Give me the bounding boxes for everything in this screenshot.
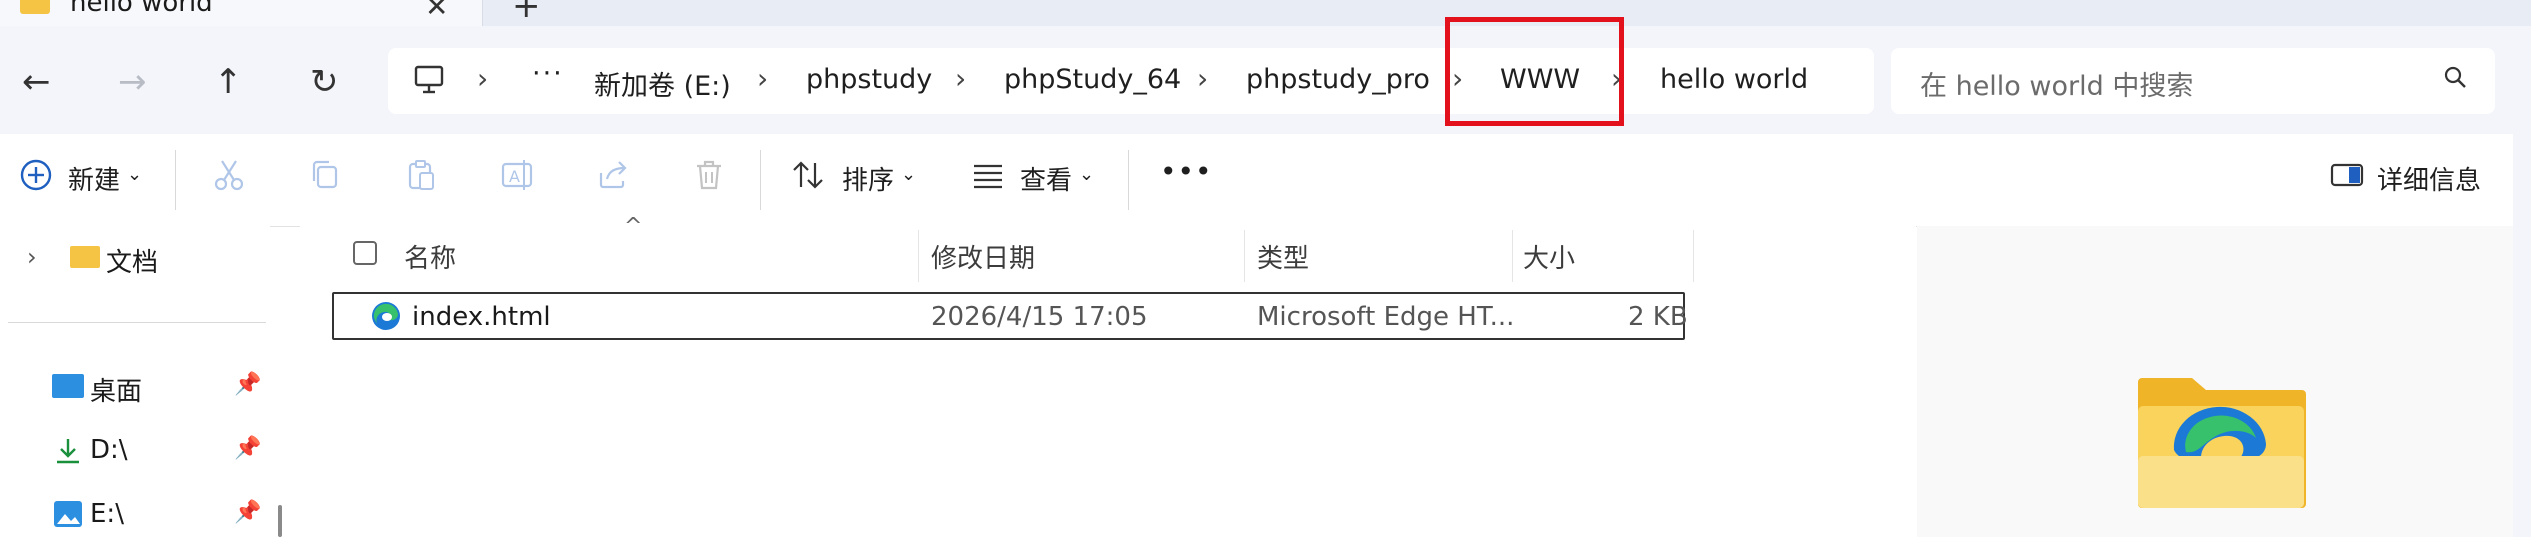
column-header-size[interactable]: 大小 bbox=[1523, 238, 1575, 275]
sidebar-item-e-drive[interactable]: E:\ bbox=[90, 499, 124, 529]
file-size: 2 KB bbox=[1628, 302, 1688, 332]
breadcrumb-phpstudy[interactable]: phpstudy bbox=[806, 64, 932, 95]
pin-icon[interactable]: 📌 bbox=[234, 500, 261, 525]
highlight-box bbox=[1445, 17, 1624, 126]
expand-chevron-icon[interactable]: › bbox=[27, 243, 37, 271]
cut-icon[interactable] bbox=[211, 157, 247, 193]
column-header-modified[interactable]: 修改日期 bbox=[931, 238, 1035, 275]
chevron-down-icon[interactable]: ⌄ bbox=[901, 164, 916, 185]
column-divider[interactable] bbox=[918, 230, 919, 282]
svg-text:A: A bbox=[509, 167, 520, 186]
breadcrumb-phpstudy-64[interactable]: phpStudy_64 bbox=[1004, 64, 1181, 95]
pane-scrollbar[interactable] bbox=[278, 505, 282, 537]
share-icon[interactable] bbox=[595, 157, 631, 193]
breadcrumb-hello-world[interactable]: hello world bbox=[1660, 64, 1808, 95]
file-name[interactable]: index.html bbox=[412, 302, 551, 332]
pane-divider bbox=[8, 322, 266, 323]
edge-file-icon bbox=[372, 302, 400, 330]
window-edge bbox=[2513, 26, 2531, 537]
sidebar-item-desktop[interactable]: 桌面 bbox=[90, 371, 142, 408]
more-options-button[interactable]: ••• bbox=[1160, 155, 1213, 188]
folder-icon bbox=[70, 246, 100, 268]
folder-icon bbox=[20, 0, 50, 14]
column-divider[interactable] bbox=[1244, 230, 1245, 282]
back-button[interactable]: ← bbox=[22, 62, 51, 102]
paste-icon[interactable] bbox=[403, 157, 439, 193]
pictures-icon bbox=[54, 501, 82, 527]
details-pane-icon[interactable] bbox=[2329, 157, 2365, 193]
breadcrumb-separator[interactable]: › bbox=[955, 62, 966, 95]
refresh-button[interactable]: ↻ bbox=[310, 62, 339, 102]
desktop-icon bbox=[52, 374, 84, 398]
pin-icon[interactable]: 📌 bbox=[234, 436, 261, 461]
sort-ascending-icon: ^ bbox=[624, 214, 643, 239]
file-modified: 2026/4/15 17:05 bbox=[931, 302, 1148, 332]
chevron-down-icon[interactable]: ⌄ bbox=[127, 164, 142, 185]
file-list bbox=[300, 226, 1916, 537]
this-pc-icon[interactable] bbox=[413, 65, 445, 95]
search-icon[interactable] bbox=[2442, 64, 2468, 90]
select-all-checkbox[interactable] bbox=[353, 241, 377, 265]
sidebar-item-d-drive[interactable]: D:\ bbox=[90, 435, 128, 465]
column-header-type[interactable]: 类型 bbox=[1257, 238, 1309, 275]
column-divider[interactable] bbox=[1693, 230, 1694, 282]
toolbar-divider bbox=[1128, 150, 1129, 210]
breadcrumb-separator[interactable]: › bbox=[477, 62, 488, 95]
folder-preview-icon bbox=[2138, 378, 2306, 508]
rename-icon[interactable]: A bbox=[499, 157, 535, 193]
file-type: Microsoft Edge HT... bbox=[1257, 302, 1515, 332]
breadcrumb-more[interactable]: ··· bbox=[532, 58, 564, 89]
breadcrumb-separator[interactable]: › bbox=[757, 62, 768, 95]
column-header-name[interactable]: 名称 bbox=[404, 238, 456, 275]
delete-icon[interactable] bbox=[691, 157, 727, 193]
breadcrumb-drive-e[interactable]: 新加卷 (E:) bbox=[594, 64, 731, 103]
breadcrumb-separator[interactable]: › bbox=[1197, 62, 1208, 95]
search-input[interactable]: 在 hello world 中搜索 bbox=[1920, 64, 2193, 103]
forward-button[interactable]: → bbox=[118, 62, 147, 102]
copy-icon[interactable] bbox=[307, 157, 343, 193]
tab-close-button[interactable]: ✕ bbox=[425, 0, 448, 23]
chevron-down-icon[interactable]: ⌄ bbox=[1079, 164, 1094, 185]
new-tab-button[interactable]: + bbox=[512, 0, 541, 26]
toolbar-divider bbox=[760, 150, 761, 210]
pin-icon[interactable]: 📌 bbox=[234, 372, 261, 397]
sidebar-item-documents[interactable]: 文档 bbox=[106, 242, 158, 279]
plus-circle-icon[interactable] bbox=[18, 157, 54, 193]
new-button[interactable]: 新建 bbox=[68, 160, 120, 197]
column-divider[interactable] bbox=[1512, 230, 1513, 282]
view-icon[interactable] bbox=[970, 157, 1006, 193]
toolbar-divider bbox=[175, 150, 176, 210]
sort-icon[interactable] bbox=[790, 157, 826, 193]
tab-title: hello world bbox=[70, 0, 213, 18]
up-button[interactable]: ↑ bbox=[214, 62, 243, 102]
view-button[interactable]: 查看 bbox=[1020, 160, 1072, 197]
command-bar bbox=[0, 134, 2531, 227]
breadcrumb-phpstudy-pro[interactable]: phpstudy_pro bbox=[1246, 64, 1430, 95]
sort-button[interactable]: 排序 bbox=[842, 160, 894, 197]
download-icon bbox=[57, 439, 79, 464]
details-button[interactable]: 详细信息 bbox=[2377, 160, 2481, 197]
